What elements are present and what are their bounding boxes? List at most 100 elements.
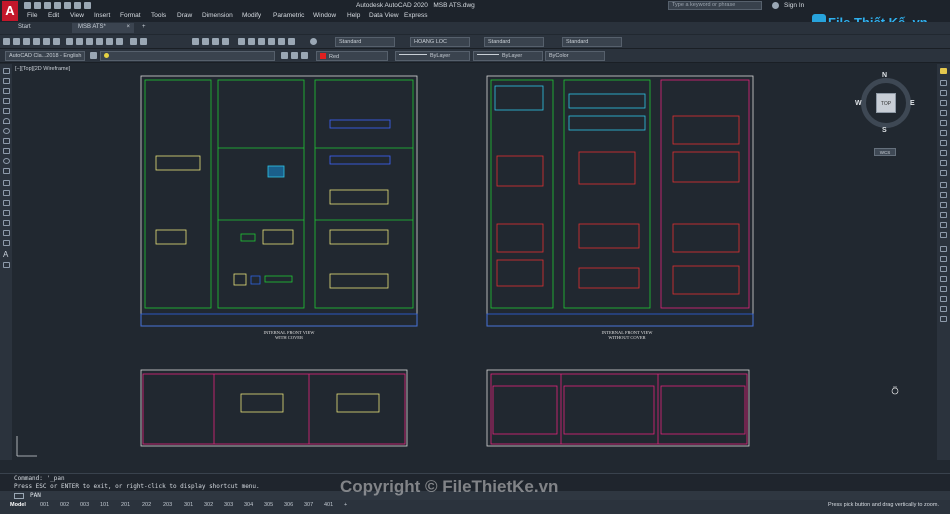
layout-tab-101[interactable]: 101 — [100, 502, 109, 508]
layer-icon-7[interactable] — [940, 306, 947, 312]
block-icon[interactable] — [116, 38, 123, 45]
menu-tools[interactable]: Tools — [151, 12, 166, 19]
layer-name-combo[interactable]: HOANG LOC — [410, 37, 470, 47]
paste-icon[interactable] — [86, 38, 93, 45]
add-layout-button[interactable]: + — [344, 502, 347, 508]
add-selected-icon[interactable] — [3, 262, 10, 268]
wcs-menu[interactable]: WCS — [874, 148, 896, 156]
zoom-realtime-icon[interactable] — [202, 38, 209, 45]
region-icon[interactable] — [3, 230, 10, 236]
scale-icon[interactable] — [940, 140, 947, 146]
table-icon[interactable] — [3, 240, 10, 246]
layout-tab-model[interactable]: Model — [10, 502, 26, 508]
layout-tab-202[interactable]: 202 — [142, 502, 151, 508]
new-tab-button[interactable]: + — [136, 23, 152, 33]
layer-icon-1[interactable] — [940, 246, 947, 252]
menu-parametric[interactable]: Parametric — [273, 12, 304, 19]
layer-state-icon[interactable] — [301, 52, 308, 59]
redo-icon[interactable] — [140, 38, 147, 45]
save-icon[interactable] — [23, 38, 30, 45]
menu-dimension[interactable]: Dimension — [202, 12, 233, 19]
layout-tab-002[interactable]: 002 — [60, 502, 69, 508]
sign-in-link[interactable]: Sign In — [784, 2, 804, 9]
menu-data-view[interactable]: Data View — [369, 12, 399, 19]
layout-tab-307[interactable]: 307 — [304, 502, 313, 508]
pan-icon[interactable] — [192, 38, 199, 45]
close-icon[interactable]: × — [126, 24, 130, 30]
sheet-set-icon[interactable] — [268, 38, 275, 45]
menu-window[interactable]: Window — [313, 12, 336, 19]
zoom-previous-icon[interactable] — [222, 38, 229, 45]
mtext-icon[interactable]: A — [3, 250, 8, 259]
menu-insert[interactable]: Insert — [94, 12, 110, 19]
extend-icon[interactable] — [940, 170, 947, 176]
polyline-icon[interactable] — [3, 88, 10, 94]
print-icon[interactable] — [33, 38, 40, 45]
properties-icon[interactable] — [238, 38, 245, 45]
menu-file[interactable]: File — [27, 12, 37, 19]
array-icon[interactable] — [940, 110, 947, 116]
layout-tab-304[interactable]: 304 — [244, 502, 253, 508]
color-combo[interactable]: Red — [316, 51, 388, 61]
layer-icon-5[interactable] — [940, 286, 947, 292]
mirror-icon[interactable] — [940, 90, 947, 96]
arc-icon[interactable] — [3, 118, 10, 124]
insert-block-icon[interactable] — [3, 180, 10, 186]
layout-tab-003[interactable]: 003 — [80, 502, 89, 508]
layer-combo[interactable] — [100, 51, 275, 61]
layer-icon-4[interactable] — [940, 276, 947, 282]
new-icon[interactable] — [3, 38, 10, 45]
construction-line-icon[interactable] — [3, 78, 10, 84]
table-style-combo[interactable]: Standard — [484, 37, 544, 47]
command-line[interactable]: Command: '_pan Press ESC or ENTER to exi… — [0, 473, 950, 501]
mleader-style-combo[interactable]: Standard — [562, 37, 622, 47]
menu-modify[interactable]: Modify — [242, 12, 261, 19]
break-icon[interactable] — [940, 192, 947, 198]
tool-palette-icon[interactable] — [258, 38, 265, 45]
circle-icon[interactable] — [3, 128, 10, 134]
menu-express[interactable]: Express — [404, 12, 427, 19]
fillet-icon[interactable] — [940, 222, 947, 228]
layout-tab-201[interactable]: 201 — [121, 502, 130, 508]
undo-icon[interactable] — [130, 38, 137, 45]
lineweight-combo[interactable]: ByLayer — [473, 51, 543, 61]
menu-view[interactable]: View — [70, 12, 84, 19]
tab-document[interactable]: MSB ATS* × — [72, 23, 134, 33]
open-icon[interactable] — [13, 38, 20, 45]
layout-tab-302[interactable]: 302 — [204, 502, 213, 508]
viewcube[interactable]: TOP N S W E WCS — [855, 72, 917, 156]
compass-w[interactable]: W — [855, 100, 862, 107]
ellipse-arc-icon[interactable] — [3, 168, 10, 174]
linetype-combo[interactable]: ByLayer — [395, 51, 470, 61]
zoom-window-icon[interactable] — [212, 38, 219, 45]
explode-icon[interactable] — [940, 232, 947, 238]
layout-tab-401[interactable]: 401 — [324, 502, 333, 508]
copy-icon[interactable] — [76, 38, 83, 45]
layer-properties-icon[interactable] — [90, 52, 97, 59]
layer-icon-6[interactable] — [940, 296, 947, 302]
layer-icon-2[interactable] — [940, 256, 947, 262]
layout-tab-305[interactable]: 305 — [264, 502, 273, 508]
brush-icon[interactable] — [106, 38, 113, 45]
make-block-icon[interactable] — [3, 190, 10, 196]
rectangle-icon[interactable] — [3, 108, 10, 114]
layer-icon-3[interactable] — [940, 266, 947, 272]
tab-start[interactable]: Start — [12, 23, 37, 33]
quick-access-icons[interactable] — [24, 2, 144, 10]
rotate-icon[interactable] — [940, 130, 947, 136]
markup-icon[interactable] — [278, 38, 285, 45]
erase-icon[interactable] — [940, 68, 947, 74]
compass-n[interactable]: N — [882, 72, 887, 79]
offset-icon[interactable] — [940, 100, 947, 106]
hatch-icon[interactable] — [3, 210, 10, 216]
layer-icon-8[interactable] — [940, 316, 947, 322]
publish-icon[interactable] — [53, 38, 60, 45]
cut-icon[interactable] — [66, 38, 73, 45]
design-center-icon[interactable] — [248, 38, 255, 45]
layout-tab-303[interactable]: 303 — [224, 502, 233, 508]
line-icon[interactable] — [3, 68, 10, 74]
move-icon[interactable] — [940, 120, 947, 126]
help-icon[interactable] — [310, 38, 317, 45]
preview-icon[interactable] — [43, 38, 50, 45]
join-icon[interactable] — [940, 202, 947, 208]
